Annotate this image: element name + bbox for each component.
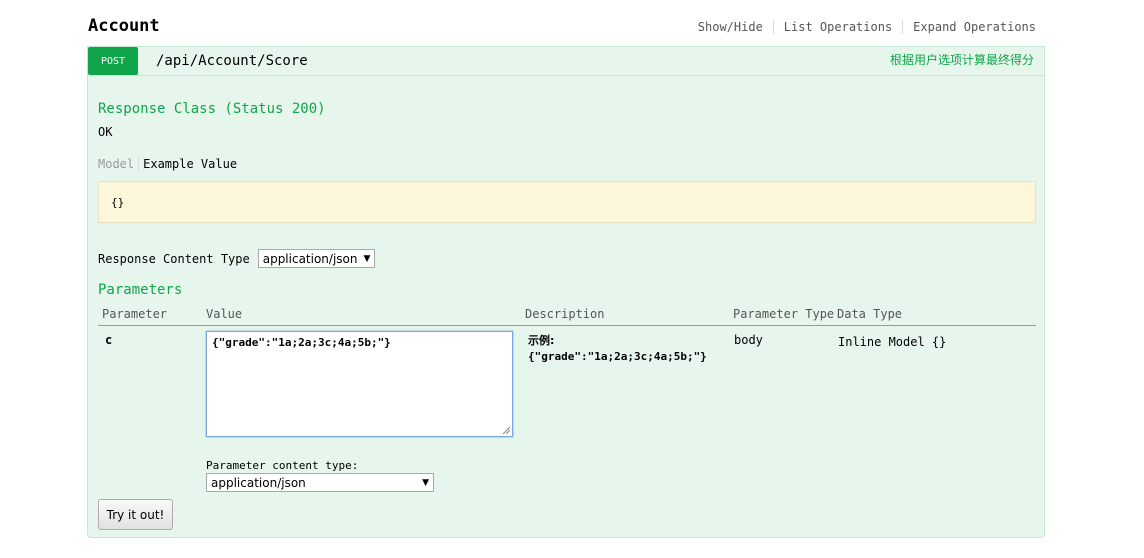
param-value-textarea[interactable]: {"grade":"1a;2a;3c;4a;5b;"} (206, 331, 513, 437)
header-value: Value (206, 307, 243, 321)
param-parameter-type: body (734, 333, 763, 347)
param-description-value: {"grade":"1a;2a;3c;4a;5b;"} (528, 350, 707, 363)
header-data-type: Data Type (837, 307, 903, 321)
response-content-type-select[interactable]: application/json ▼ (257, 249, 376, 268)
resource-title[interactable]: Account (88, 14, 160, 38)
header-description: Description (525, 307, 605, 321)
parameters-table-header: Parameter Value Description Parameter Ty… (98, 305, 1036, 326)
tab-example-value[interactable]: Example Value (139, 157, 241, 171)
param-data-type[interactable]: Inline Model {} (838, 335, 946, 349)
response-model-tabs: Model Example Value (98, 157, 241, 171)
resize-handle-icon[interactable] (502, 426, 510, 434)
dropdown-arrow-icon: ▼ (422, 477, 429, 488)
try-it-out-button[interactable]: Try it out! (98, 499, 173, 530)
param-content-type-value: application/json (211, 475, 306, 490)
show-hide-link[interactable]: Show/Hide (688, 20, 774, 34)
dropdown-arrow-icon: ▼ (363, 253, 371, 264)
header-parameter: Parameter (102, 307, 168, 321)
parameters-title: Parameters (98, 282, 183, 298)
resource-links: Show/Hide List Operations Expand Operati… (688, 20, 1036, 34)
operation-summary[interactable]: 根据用户选项计算最终得分 (890, 47, 1034, 74)
example-value-box: {} (98, 181, 1036, 223)
response-class-title: Response Class (Status 200) (98, 101, 326, 117)
param-description: 示例: {"grade":"1a;2a;3c;4a;5b;"} (528, 333, 707, 365)
param-description-label: 示例: (528, 334, 555, 347)
list-operations-link[interactable]: List Operations (774, 20, 904, 34)
operation-path[interactable]: /api/Account/Score (156, 47, 308, 76)
expand-operations-link[interactable]: Expand Operations (903, 20, 1036, 34)
response-content-type-label: Response Content Type (98, 251, 250, 266)
response-status-text: OK (98, 125, 113, 139)
tab-model[interactable]: Model (98, 157, 140, 171)
operation-post-score: POST /api/Account/Score 根据用户选项计算最终得分 Res… (87, 46, 1045, 538)
operation-heading[interactable]: POST /api/Account/Score 根据用户选项计算最终得分 (88, 47, 1044, 76)
header-parameter-type: Parameter Type (733, 307, 835, 321)
resource-header: Account Show/Hide List Operations Expand… (88, 14, 1036, 42)
param-value-text: {"grade":"1a;2a;3c;4a;5b;"} (212, 336, 391, 349)
response-content-type-row: Response Content Type application/json ▼ (98, 249, 376, 268)
response-content-type-value: application/json (262, 251, 358, 266)
param-content-type-label: Parameter content type: (206, 459, 359, 472)
param-name: c (105, 333, 113, 347)
method-badge-post[interactable]: POST (88, 47, 138, 75)
param-content-type-select[interactable]: application/json ▼ (206, 473, 434, 492)
